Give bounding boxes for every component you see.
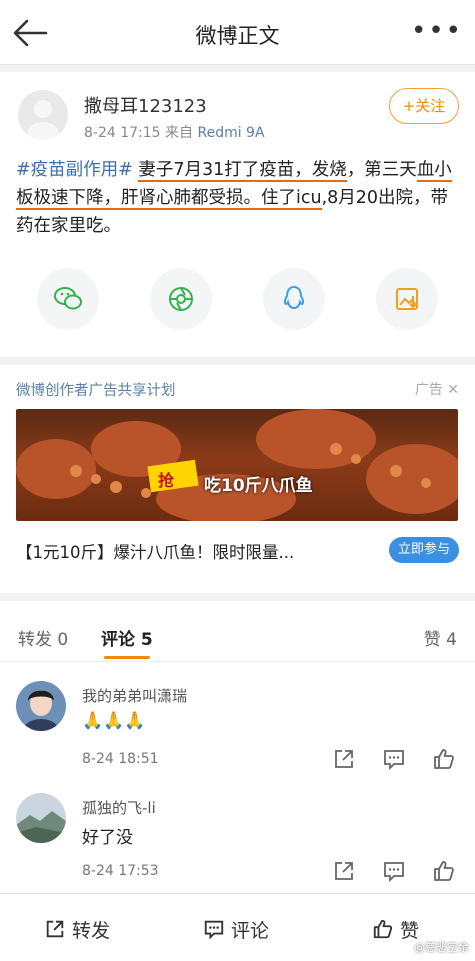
commenter-avatar[interactable] [16, 793, 66, 843]
comment-time: 8-24 17:53 [82, 863, 159, 879]
tab-repost[interactable]: 转发 0 [18, 625, 68, 650]
content-highlight-5: 。住了icu [243, 188, 322, 210]
comment-label: 评论 [231, 920, 270, 942]
more-options-icon[interactable]: ••• [411, 16, 463, 46]
content-text-2: ，第三天 [346, 160, 417, 180]
tab-comment[interactable]: 评论 5 [101, 625, 153, 650]
author-name[interactable]: 撒母耳123123 [84, 92, 207, 118]
watermark: @慈悲空余 [414, 941, 469, 954]
comment-item: 孤独的飞-li 好了没 8-24 17:53 [0, 781, 475, 891]
content-highlight-1: 妻子7月31打了疫苗，发烧 [138, 160, 347, 182]
ad-banner-text: 吃10斤八爪鱼 [204, 476, 313, 496]
comment-item: 我的弟弟叫潇瑞 🙏🙏🙏 8-24 18:51 [0, 669, 475, 779]
comment-reply-icon[interactable] [382, 859, 408, 883]
ad-tag[interactable]: 广告 ✕ [415, 379, 459, 399]
post-content: #疫苗副作用# 妻子7月31打了疫苗，发烧，第三天血小板极速下降，肝肾心肺都受损… [16, 156, 456, 240]
commenter-name[interactable]: 我的弟弟叫潇瑞 [82, 685, 187, 706]
source-prefix: 来自 [165, 125, 194, 141]
post-card: 撒母耳123123 8-24 17:15 来自 Redmi 9A +关注 #疫苗… [0, 72, 475, 357]
post-time: 8-24 17:15 [84, 125, 161, 141]
interaction-tabs: 转发 0 评论 5 赞 4 [0, 601, 475, 662]
active-tab-indicator [104, 656, 150, 659]
ad-banner-image[interactable]: 抢 吃10斤八爪鱼 [16, 409, 458, 521]
comment-share-icon[interactable] [332, 859, 358, 883]
comments-section: 转发 0 评论 5 赞 4 我的弟弟叫潇瑞 🙏🙏🙏 8-24 18:51 孤独的… [0, 601, 475, 893]
close-icon[interactable]: ✕ [447, 382, 459, 398]
comment-like-icon[interactable] [432, 859, 458, 883]
ad-tag-label: 广告 [414, 382, 443, 398]
comment-like-icon[interactable] [432, 747, 458, 771]
like-button[interactable]: 赞 [372, 916, 419, 943]
bottom-action-bar: 转发 评论 赞 @慈悲空余 [0, 893, 475, 961]
post-meta: 8-24 17:15 来自 Redmi 9A [84, 122, 265, 142]
comment-share-icon[interactable] [332, 747, 358, 771]
moments-icon[interactable] [150, 268, 212, 330]
comment-text: 好了没 [82, 828, 133, 848]
ad-headline[interactable]: 【1元10斤】爆汁八爪鱼！限时限量... [16, 539, 294, 563]
ad-card[interactable]: 微博创作者广告共享计划 广告 ✕ 抢 吃10斤八爪鱼 【1元10斤】爆汁八爪鱼！… [0, 365, 475, 593]
comment-time: 8-24 18:51 [82, 751, 159, 767]
content-highlight-4: 肝肾心肺都受损 [121, 188, 244, 210]
qq-icon[interactable] [263, 268, 325, 330]
ad-join-button[interactable]: 立即参与 [389, 537, 459, 563]
ad-title: 微博创作者广告共享计划 [16, 383, 176, 399]
topic-hashtag[interactable]: #疫苗副作用# [16, 160, 133, 180]
comment-text: 🙏🙏🙏 [82, 711, 146, 731]
comment-button[interactable]: 评论 [203, 916, 269, 943]
ad-banner-badge: 抢 [158, 471, 175, 490]
follow-button[interactable]: +关注 [389, 88, 459, 124]
top-bar: 微博正文 ••• [0, 0, 475, 65]
author-avatar[interactable] [18, 90, 68, 140]
comment-icon [204, 920, 224, 940]
share-row [0, 268, 475, 330]
wechat-icon[interactable] [37, 268, 99, 330]
repost-icon [46, 920, 64, 938]
comment-reply-icon[interactable] [382, 747, 408, 771]
repost-label: 转发 [72, 920, 111, 942]
commenter-avatar[interactable] [16, 681, 66, 731]
commenter-name[interactable]: 孤独的飞-li [82, 797, 156, 818]
page-title: 微博正文 [195, 24, 280, 48]
thumbs-up-icon [373, 919, 393, 939]
tab-like[interactable]: 赞 4 [424, 625, 457, 650]
repost-button[interactable]: 转发 [44, 916, 110, 943]
save-image-icon[interactable] [376, 268, 438, 330]
post-source[interactable]: Redmi 9A [197, 125, 264, 141]
